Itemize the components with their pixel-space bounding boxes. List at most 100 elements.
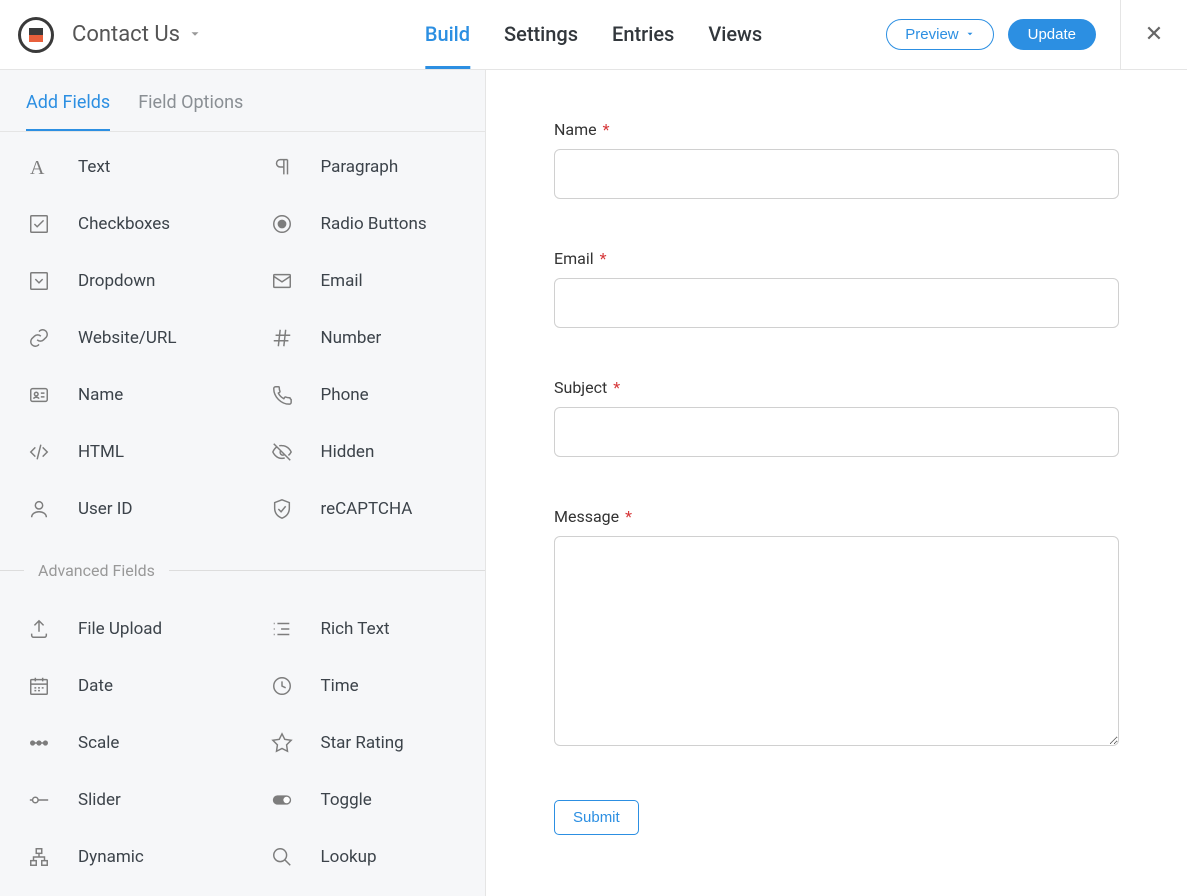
header-actions: Preview Update ✕ <box>886 0 1169 70</box>
advanced-section: Advanced Fields <box>0 537 485 594</box>
tab-entries[interactable]: Entries <box>612 0 674 69</box>
basic-fields-grid: AText Paragraph Checkboxes Radio ButtonsDro… <box>0 132 485 537</box>
field-type-recaptcha[interactable]: reCAPTCHA <box>243 480 486 537</box>
field-type-label: Email <box>321 271 363 291</box>
richtext-icon <box>267 614 297 644</box>
field-type-dropdown[interactable]: Dropdown <box>0 252 243 309</box>
tab-views[interactable]: Views <box>708 0 762 69</box>
field-type-label: Checkboxes <box>78 214 170 234</box>
field-type-label: User ID <box>78 499 133 519</box>
field-type-toggle[interactable]: Toggle <box>243 771 486 828</box>
field-type-name[interactable]: Name <box>0 366 243 423</box>
sidebar-tab-field-options[interactable]: Field Options <box>138 92 243 131</box>
field-type-number[interactable]: Number <box>243 309 486 366</box>
field-type-html[interactable]: HTML <box>0 423 243 480</box>
caret-down-icon <box>965 26 975 43</box>
dynamic-icon <box>24 842 54 872</box>
main: Add Fields Field Options AText Paragraph C… <box>0 70 1187 896</box>
link-icon <box>24 323 54 353</box>
phone-icon <box>267 380 297 410</box>
field-type-label: Dynamic <box>78 847 144 867</box>
form-canvas: Name * Email * Subject * Message * Submit <box>486 70 1187 896</box>
field-type-label: Hidden <box>321 442 375 462</box>
subject-input[interactable] <box>554 407 1119 457</box>
preview-button[interactable]: Preview <box>886 19 993 50</box>
field-type-website-url[interactable]: Website/URL <box>0 309 243 366</box>
required-asterisk: * <box>603 120 610 139</box>
email-input[interactable] <box>554 278 1119 328</box>
field-type-label: Star Rating <box>321 733 404 753</box>
close-button[interactable]: ✕ <box>1139 22 1169 47</box>
time-icon <box>267 671 297 701</box>
form-field-message[interactable]: Message * <box>554 507 1119 750</box>
advanced-fields-grid: File Upload Rich Text Date Time Scale Star Ra… <box>0 594 485 885</box>
field-type-lookup[interactable]: Lookup <box>243 828 486 885</box>
name-icon <box>24 380 54 410</box>
vertical-divider <box>1120 0 1121 70</box>
form-title-dropdown[interactable]: Contact Us <box>72 22 202 47</box>
field-type-label: Scale <box>78 733 119 753</box>
field-type-user-id[interactable]: User ID <box>0 480 243 537</box>
field-type-rich-text[interactable]: Rich Text <box>243 600 486 657</box>
field-type-label: Rich Text <box>321 619 390 639</box>
field-type-file-upload[interactable]: File Upload <box>0 600 243 657</box>
field-type-label: reCAPTCHA <box>321 499 413 519</box>
field-type-email[interactable]: Email <box>243 252 486 309</box>
form-title-text: Contact Us <box>72 22 180 47</box>
caret-down-icon <box>188 22 202 47</box>
form-field-name[interactable]: Name * <box>554 120 1119 199</box>
form-field-email[interactable]: Email * <box>554 249 1119 328</box>
field-label: Message * <box>554 507 1119 526</box>
field-type-star-rating[interactable]: Star Rating <box>243 714 486 771</box>
svg-text:A: A <box>30 157 45 179</box>
paragraph-icon <box>267 152 297 182</box>
star-icon <box>267 728 297 758</box>
user-icon <box>24 494 54 524</box>
hash-icon <box>267 323 297 353</box>
field-type-label: File Upload <box>78 619 162 639</box>
field-type-phone[interactable]: Phone <box>243 366 486 423</box>
name-input[interactable] <box>554 149 1119 199</box>
field-type-label: Name <box>78 385 123 405</box>
lookup-icon <box>267 842 297 872</box>
field-type-text[interactable]: AText <box>0 138 243 195</box>
field-type-label: Lookup <box>321 847 377 867</box>
submit-button[interactable]: Submit <box>554 800 639 835</box>
field-type-radio-buttons[interactable]: Radio Buttons <box>243 195 486 252</box>
hidden-icon <box>267 437 297 467</box>
field-type-label: Time <box>321 676 359 696</box>
message-input[interactable] <box>554 536 1119 746</box>
field-type-label: Paragraph <box>321 157 399 177</box>
logo-mark <box>29 28 43 42</box>
field-type-checkboxes[interactable]: Checkboxes <box>0 195 243 252</box>
dropdown-icon <box>24 266 54 296</box>
update-button[interactable]: Update <box>1008 19 1096 50</box>
field-type-date[interactable]: Date <box>0 657 243 714</box>
slider-icon <box>24 785 54 815</box>
header: Contact Us Build Settings Entries Views … <box>0 0 1187 70</box>
sidebar-tabs: Add Fields Field Options <box>0 70 485 132</box>
field-type-dynamic[interactable]: Dynamic <box>0 828 243 885</box>
field-type-label: Slider <box>78 790 121 810</box>
form-field-subject[interactable]: Subject * <box>554 378 1119 457</box>
date-icon <box>24 671 54 701</box>
tab-build[interactable]: Build <box>425 0 470 69</box>
field-type-slider[interactable]: Slider <box>0 771 243 828</box>
scale-icon <box>24 728 54 758</box>
html-icon <box>24 437 54 467</box>
field-type-hidden[interactable]: Hidden <box>243 423 486 480</box>
required-asterisk: * <box>600 249 607 268</box>
field-type-scale[interactable]: Scale <box>0 714 243 771</box>
field-type-label: HTML <box>78 442 124 462</box>
field-type-paragraph[interactable]: Paragraph <box>243 138 486 195</box>
field-type-time[interactable]: Time <box>243 657 486 714</box>
required-asterisk: * <box>625 507 632 526</box>
toggle-icon <box>267 785 297 815</box>
tab-settings[interactable]: Settings <box>504 0 578 69</box>
sidebar-tab-add-fields[interactable]: Add Fields <box>26 92 110 131</box>
checkbox-icon <box>24 209 54 239</box>
advanced-fields-divider: Advanced Fields <box>0 543 485 594</box>
sidebar: Add Fields Field Options AText Paragraph C… <box>0 70 486 896</box>
upload-icon <box>24 614 54 644</box>
nav-tabs: Build Settings Entries Views <box>425 0 762 69</box>
